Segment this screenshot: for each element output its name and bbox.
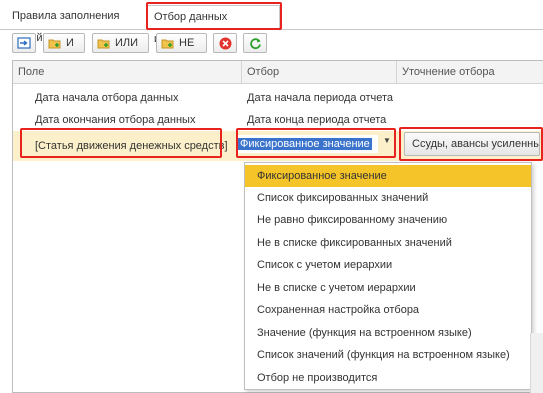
scrollbar[interactable] <box>530 333 543 393</box>
dropdown-option[interactable]: Отбор не производится <box>245 367 531 389</box>
dropdown-option[interactable]: Не равно фиксированному значению <box>245 209 531 231</box>
field-cell: Дата начала отбора данных <box>35 92 179 104</box>
dropdown-option[interactable]: Сохраненная настройка отбора <box>245 299 531 321</box>
dropdown-option[interactable]: Список значений (функция на встроенном я… <box>245 344 531 366</box>
dropdown-option[interactable]: Список с учетом иерархии <box>245 254 531 276</box>
add-and-group-button[interactable]: И <box>43 33 85 53</box>
filter-type-dropdown: Фиксированное значение Список фиксирован… <box>244 162 532 390</box>
column-header-filter[interactable]: Отбор <box>242 61 397 84</box>
chevron-down-icon[interactable]: ▼ <box>383 136 393 145</box>
and-label: И <box>66 37 74 49</box>
table-row[interactable]: Дата начала отбора данных Дата начала пе… <box>13 87 543 109</box>
field-cell: [Статья движения денежных средств] <box>35 140 228 152</box>
tab-source-filter[interactable]: Отбор данных источника <box>147 5 280 45</box>
move-into-icon <box>17 37 31 49</box>
add-or-group-button[interactable]: ИЛИ <box>92 33 149 53</box>
tab-bar: Правила заполнения полей Отбор данных ис… <box>0 0 543 45</box>
filter-cell: Дата начала периода отчета <box>247 92 394 104</box>
add-folder-icon <box>161 39 174 49</box>
filter-type-value: Фиксированное значение <box>238 138 372 150</box>
refresh-button[interactable] <box>243 33 267 53</box>
dropdown-option[interactable]: Не в списке с учетом иерархии <box>245 277 531 299</box>
refresh-icon <box>249 37 261 49</box>
filter-type-select[interactable]: Фиксированное значение <box>238 135 378 153</box>
or-label: ИЛИ <box>115 37 139 49</box>
tab-fill-rules[interactable]: Правила заполнения полей <box>6 5 146 44</box>
delete-button[interactable] <box>213 33 237 53</box>
filter-cell: Дата конца периода отчета <box>247 114 387 126</box>
dropdown-option[interactable]: Список фиксированных значений <box>245 187 531 209</box>
refine-value-button[interactable]: Ссуды, авансы усиленные <box>404 132 540 156</box>
add-folder-icon <box>48 39 61 49</box>
column-header-field[interactable]: Поле <box>13 61 242 84</box>
column-header-refine[interactable]: Уточнение отбора <box>397 61 543 84</box>
table-header: Поле Отбор Уточнение отбора <box>13 61 543 84</box>
dropdown-option[interactable]: Значение (функция на встроенном языке) <box>245 322 531 344</box>
add-folder-icon <box>97 39 110 49</box>
table-row[interactable]: Дата окончания отбора данных Дата конца … <box>13 109 543 131</box>
dropdown-option[interactable]: Фиксированное значение <box>245 165 531 187</box>
not-label: НЕ <box>179 37 195 49</box>
move-button[interactable] <box>12 33 36 53</box>
field-cell: Дата окончания отбора данных <box>35 114 196 126</box>
delete-icon <box>219 37 231 49</box>
add-not-group-button[interactable]: НЕ <box>156 33 207 53</box>
dropdown-option[interactable]: Не в списке фиксированных значений <box>245 232 531 254</box>
